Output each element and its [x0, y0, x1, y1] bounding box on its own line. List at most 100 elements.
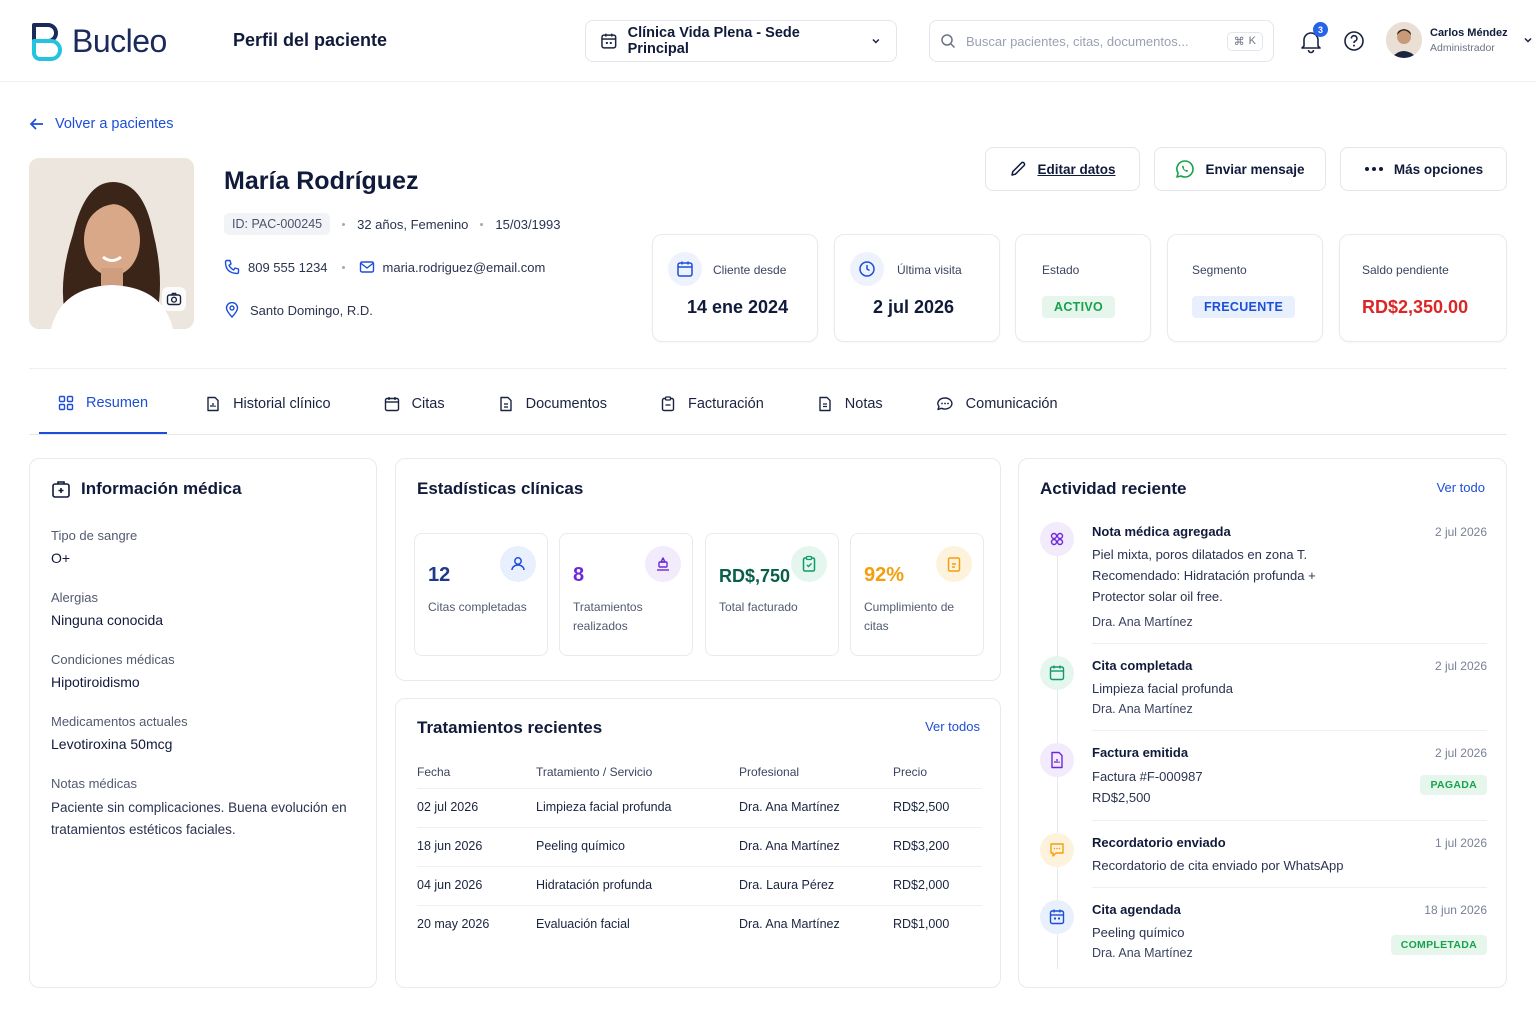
patient-age-gender: 32 años, Femenino	[357, 216, 469, 232]
logo[interactable]: Bucleo	[30, 20, 167, 62]
divider	[29, 368, 1507, 369]
notes-icon	[819, 396, 831, 411]
whatsapp-icon	[1176, 160, 1195, 178]
segment-badge: FRECUENTE	[1192, 296, 1296, 318]
separator-dot	[341, 265, 345, 269]
activity-item[interactable]: Nota médica agregada 2 jul 2026 Piel mix…	[1040, 522, 1487, 632]
recent-activity-title: Actividad reciente	[1040, 479, 1187, 498]
message-icon	[1040, 833, 1074, 867]
user-role: Administrador	[1430, 41, 1495, 54]
clinical-stats-title: Estadísticas clínicas	[417, 479, 584, 498]
help-button[interactable]	[1343, 30, 1365, 52]
separator-dot	[342, 222, 346, 226]
tab-documentos[interactable]: Documentos	[464, 380, 626, 427]
completed-appointments-stat: 12 Citas completadas	[414, 533, 548, 656]
medical-notes-value: Paciente sin complicaciones. Buena evolu…	[51, 800, 347, 837]
phone-icon	[224, 259, 240, 275]
table-row[interactable]: 04 jun 2026 Hidratación profunda Dra. La…	[417, 866, 982, 905]
divider	[1092, 730, 1487, 731]
balance-card: Saldo pendiente RD$2,350.00	[1339, 234, 1507, 342]
send-message-button[interactable]: Enviar mensaje	[1154, 147, 1326, 191]
note-icon	[1040, 522, 1074, 556]
clipboard-icon	[936, 546, 972, 582]
search-box[interactable]: ⌘ K	[929, 20, 1274, 62]
balance-value: RD$2,350.00	[1362, 297, 1469, 317]
divider	[1092, 887, 1487, 888]
blood-type-value: O+	[51, 550, 71, 566]
segment-card: Segmento FRECUENTE	[1167, 234, 1323, 342]
tab-bar: Resumen Historial clínico Citas Document…	[39, 380, 1077, 435]
last-visit-card: Última visita 2 jul 2026	[834, 234, 1000, 342]
user-check-icon	[500, 546, 536, 582]
chevron-down-icon	[1524, 37, 1532, 43]
document-icon	[499, 396, 512, 411]
tab-historial-clinico[interactable]: Historial clínico	[167, 380, 350, 427]
edit-data-button[interactable]: Editar datos	[985, 147, 1140, 191]
invoice-icon	[1040, 743, 1074, 777]
clinic-selector[interactable]: Clínica Vida Plena - Sede Principal	[585, 20, 897, 62]
receipt-icon	[791, 546, 827, 582]
notifications-button[interactable]: 3	[1298, 22, 1328, 54]
change-photo-button[interactable]	[162, 287, 186, 311]
tab-notas[interactable]: Notas	[783, 380, 902, 427]
view-all-activity-link[interactable]: Ver todo	[1437, 480, 1485, 495]
status-badge: ACTIVO	[1042, 296, 1116, 318]
recent-activity-card: Actividad reciente Ver todo Nota médica …	[1018, 458, 1507, 988]
client-since-card: Cliente desde 14 ene 2024	[652, 234, 818, 342]
patient-phone[interactable]: 809 555 1234	[248, 260, 328, 275]
calendar-icon	[668, 252, 702, 286]
table-row[interactable]: 18 jun 2026 Peeling químico Dra. Ana Mar…	[417, 827, 982, 866]
activity-item[interactable]: Cita completada 2 jul 2026 Limpieza faci…	[1040, 656, 1487, 716]
tab-resumen[interactable]: Resumen	[39, 380, 168, 434]
tab-facturacion[interactable]: Facturación	[626, 380, 783, 427]
user-menu[interactable]: Carlos Méndez Administrador	[1386, 22, 1534, 58]
treatment-icon	[645, 546, 681, 582]
medications-value: Levotiroxina 50mcg	[51, 736, 173, 752]
patient-dob: 15/03/1993	[495, 216, 561, 232]
recent-treatments-title: Tratamientos recientes	[417, 718, 603, 737]
tab-comunicacion[interactable]: Comunicación	[902, 380, 1077, 427]
patient-location-text: Santo Domingo, R.D.	[250, 302, 373, 318]
patient-name: María Rodríguez	[224, 167, 419, 195]
activity-item[interactable]: Recordatorio enviado 1 jul 2026 Recordat…	[1040, 833, 1487, 873]
last-visit-value: 2 jul 2026	[873, 297, 955, 317]
search-input[interactable]	[966, 33, 1196, 49]
activity-item[interactable]: Factura emitida 2 jul 2026 Factura #F-00…	[1040, 743, 1487, 805]
patient-photo	[29, 158, 194, 329]
chat-icon	[936, 396, 953, 410]
keyboard-shortcut: ⌘ K	[1226, 31, 1263, 51]
clinical-stats-card: Estadísticas clínicas 12 Citas completad…	[395, 458, 1001, 681]
page-title: Perfil del paciente	[233, 30, 388, 50]
client-since-value: 14 ene 2024	[687, 297, 789, 317]
recent-treatments-card: Tratamientos recientes Ver todos Fecha T…	[395, 698, 1001, 988]
location-pin-icon	[225, 302, 239, 318]
table-row[interactable]: 02 jul 2026 Limpieza facial profunda Dra…	[417, 788, 982, 827]
logo-icon	[32, 23, 62, 61]
table-row[interactable]: 20 may 2026 Evaluación facial Dra. Ana M…	[417, 905, 982, 944]
tabs-underline	[29, 434, 1507, 435]
activity-item[interactable]: Cita agendada 18 jun 2026 Peeling químic…	[1040, 900, 1487, 960]
treatments-done-stat: 8 Tratamientos realizados	[559, 533, 693, 656]
back-label: Volver a pacientes	[55, 116, 174, 132]
view-all-treatments-link[interactable]: Ver todos	[925, 719, 980, 734]
calendar-icon	[601, 33, 617, 49]
more-options-button[interactable]: Más opciones	[1340, 147, 1507, 191]
patient-email[interactable]: maria.rodriguez@email.com	[383, 260, 546, 275]
patient-meta: ID: PAC-000245 32 años, Femenino 15/03/1…	[224, 213, 560, 235]
allergies-value: Ninguna conocida	[51, 612, 164, 628]
back-to-patients-link[interactable]: Volver a pacientes	[29, 116, 174, 132]
user-name: Carlos Méndez	[1430, 26, 1508, 39]
medical-info-card: Información médica Tipo de sangre O+ Ale…	[29, 458, 377, 988]
search-icon	[941, 34, 956, 49]
divider	[1092, 820, 1487, 821]
conditions-value: Hipotiroidismo	[51, 674, 140, 690]
appointment-compliance-stat: 92% Cumplimiento de citas	[850, 533, 984, 656]
document-chart-icon	[207, 396, 219, 411]
patient-location: Santo Domingo, R.D.	[224, 302, 373, 318]
tab-citas[interactable]: Citas	[350, 380, 464, 427]
clock-icon	[850, 252, 884, 286]
camera-icon	[166, 292, 182, 306]
grid-icon	[58, 395, 74, 410]
chevron-down-icon	[872, 39, 880, 44]
separator-dot	[480, 222, 484, 226]
